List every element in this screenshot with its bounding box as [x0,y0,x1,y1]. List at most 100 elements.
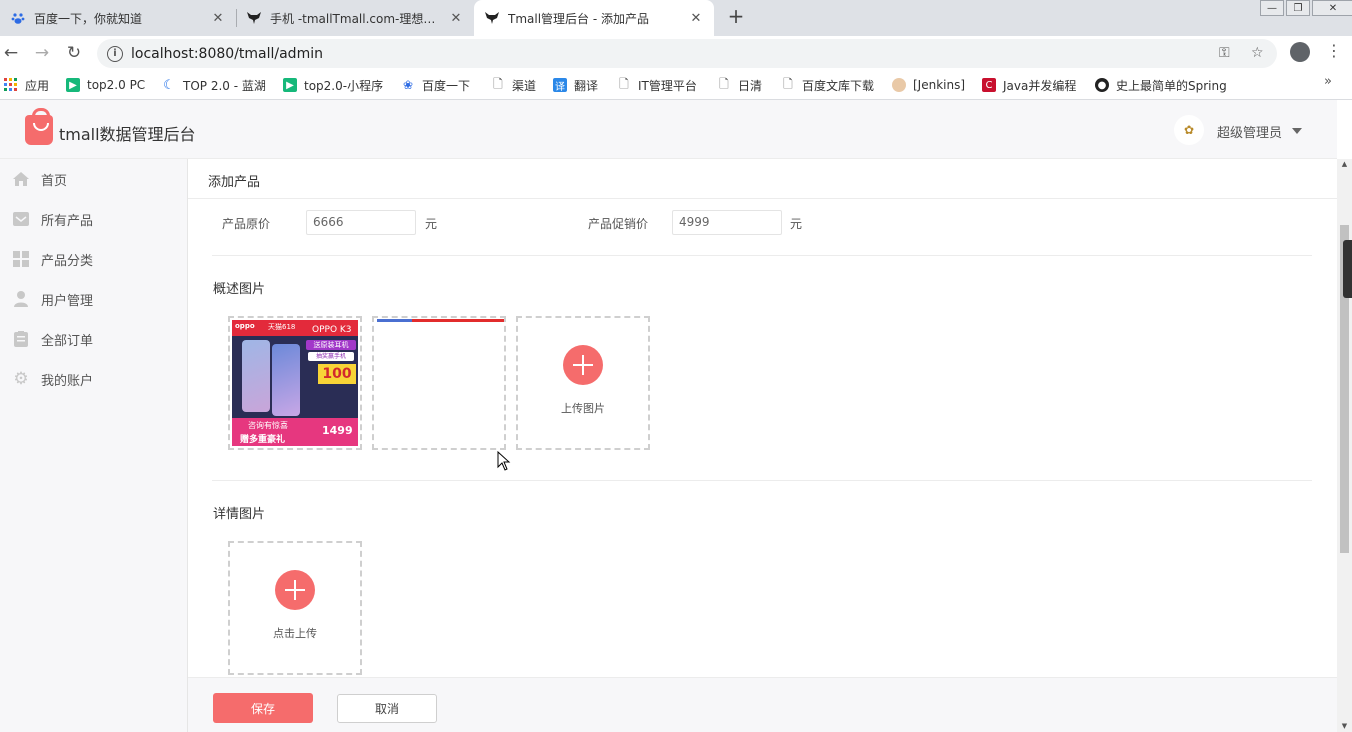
sidebar-item-label: 全部订单 [41,333,94,349]
bookmark-label: 百度一下 [422,78,471,93]
tmall-cat-icon [246,10,262,26]
page-title: 添加产品 [208,175,261,190]
scroll-down-arrow-icon[interactable]: ▼ [1340,722,1349,730]
bookmark-it-platform[interactable]: 🗋 IT管理平台 [617,76,697,94]
summary-upload-button[interactable]: 上传图片 [516,316,650,450]
bookmark-label: Java并发编程 [1003,78,1077,93]
thumb-brand: oppo [235,322,255,330]
bookmark-spring[interactable]: ● 史上最简单的Spring [1095,76,1227,94]
bookmark-daily[interactable]: 🗋 日清 [717,76,762,94]
lanhu-icon: ☾ [163,77,175,93]
reload-icon[interactable]: ↻ [63,42,85,64]
app-title: tmall数据管理后台 [59,125,196,144]
profile-avatar-icon[interactable] [1290,42,1310,62]
side-widget-tab[interactable] [1343,240,1352,298]
address-bar: ← → ↻ i localhost:8080/tmall/admin ⚿ ☆ [0,36,1352,70]
sidebar-item-label: 首页 [41,173,68,189]
category-icon [12,250,30,268]
product-icon [12,210,30,228]
promo-price-label: 产品促销价 [588,217,649,231]
window-controls: — ❐ ✕ [1258,0,1352,18]
sidebar-item-products[interactable]: 所有产品 [0,199,188,239]
detail-images-label: 详情图片 [213,507,266,522]
tab-title: 百度一下，你就知道 [34,11,143,26]
key-icon[interactable]: ⚿ [1219,45,1230,61]
translate-icon: 译 [553,78,567,93]
bookmark-jenkins[interactable]: [Jenkins] [892,76,965,94]
baidu-paw-icon: ❀ [402,78,414,92]
thumb-tmall: 天猫618 [268,323,296,331]
sidebar-item-label: 产品分类 [41,253,94,269]
more-menu-icon[interactable]: ⋮ [1326,40,1342,62]
github-icon: ● [1095,78,1109,92]
restore-icon[interactable]: ❐ [1286,0,1310,16]
sidebar-item-account[interactable]: ⚙ 我的账户 [0,359,188,399]
csdn-icon: C [982,78,996,92]
order-icon [12,330,30,348]
url-field[interactable]: i localhost:8080/tmall/admin ⚿ ☆ [97,39,1277,68]
bookmark-wenku[interactable]: 🗋 百度文库下载 [781,76,874,94]
bookmark-baidu[interactable]: ❀ 百度一下 [401,76,470,94]
sidebar-item-users[interactable]: 用户管理 [0,279,188,319]
cancel-button[interactable]: 取消 [337,694,437,723]
tab-title: Tmall管理后台 - 添加产品 [508,11,650,26]
browser-tab-tmall[interactable]: 手机 -tmallTmall.com-理想生活 ✕ [236,0,474,36]
browser-tab-baidu[interactable]: 百度一下，你就知道 ✕ [0,0,236,36]
forward-arrow-icon[interactable]: → [31,42,53,64]
site-info-icon[interactable]: i [107,45,123,62]
bookmark-label: 渠道 [512,78,537,93]
close-icon[interactable]: ✕ [448,10,464,26]
back-arrow-icon[interactable]: ← [0,42,22,64]
detail-upload-button[interactable]: 点击上传 [228,541,362,675]
bookmark-top2-miniapp[interactable]: ▶ top2.0-小程序 [283,76,383,94]
plus-icon [563,345,603,385]
save-button[interactable]: 保存 [213,693,313,723]
bookmark-label: top2.0 PC [87,78,146,92]
sidebar-item-categories[interactable]: 产品分类 [0,239,188,279]
browser-tab-admin-active[interactable]: Tmall管理后台 - 添加产品 ✕ [474,0,714,36]
thumb-line2: 赠多重豪礼 [240,435,286,445]
sidebar-item-label: 我的账户 [41,373,94,389]
upload-text: 上传图片 [561,402,605,415]
caret-down-icon[interactable] [1292,128,1302,134]
jenkins-icon [892,78,906,92]
baidu-paw-icon [10,10,26,26]
sidebar-item-orders[interactable]: 全部订单 [0,319,188,359]
new-tab-plus-icon[interactable]: + [724,4,748,28]
summary-image-thumbnail[interactable]: oppo 天猫618 OPPO K3 送原装耳机 抽奖赢手机 100 咨询有惊喜… [228,316,362,450]
bookmarks-bar: 应用 ▶ top2.0 PC ☾ TOP 2.0 - 蓝湖 ▶ top2.0-小… [0,70,1352,100]
bookmark-label: TOP 2.0 - 蓝湖 [183,78,266,93]
bookmark-translate[interactable]: 译 翻译 [553,76,598,94]
star-icon[interactable]: ☆ [1251,45,1264,61]
bookmark-label: 翻译 [574,78,599,93]
close-icon[interactable]: ✕ [688,10,704,26]
window-close-icon[interactable]: ✕ [1312,0,1352,16]
bookmark-label: 百度文库下载 [802,78,875,93]
original-price-input[interactable]: 6666 [306,210,416,235]
plus-icon [275,570,315,610]
user-icon [12,290,30,308]
bookmarks-overflow-icon[interactable]: » [1324,74,1332,89]
play-icon: ▶ [66,78,80,92]
minimize-icon[interactable]: — [1260,0,1284,16]
url-text: localhost:8080/tmall/admin [131,45,323,62]
thumb-model: OPPO K3 [312,325,352,335]
scroll-up-arrow-icon[interactable]: ▲ [1340,160,1349,168]
bookmark-channel[interactable]: 🗋 渠道 [491,76,536,94]
page-icon: 🗋 [619,76,629,91]
upload-text: 点击上传 [273,627,317,640]
summary-image-loading[interactable] [372,316,506,450]
bookmark-java-concurrency[interactable]: C Java并发编程 [982,76,1076,94]
close-icon[interactable]: ✕ [210,10,226,26]
bookmark-label: IT管理平台 [638,78,697,93]
promo-price-input[interactable]: 4999 [672,210,782,235]
thumb-phone [272,344,300,416]
user-avatar[interactable]: ✿ [1174,115,1204,145]
thumb-price: 1499 [322,424,353,437]
bookmark-apps[interactable]: 应用 [4,76,49,94]
sidebar-item-home[interactable]: 首页 [0,159,188,199]
bookmark-lanhu[interactable]: ☾ TOP 2.0 - 蓝湖 [162,76,266,94]
user-name[interactable]: 超级管理员 [1217,122,1282,141]
bookmark-top2-pc[interactable]: ▶ top2.0 PC [66,76,145,94]
tab-title: 手机 -tmallTmall.com-理想生活 [270,11,442,26]
